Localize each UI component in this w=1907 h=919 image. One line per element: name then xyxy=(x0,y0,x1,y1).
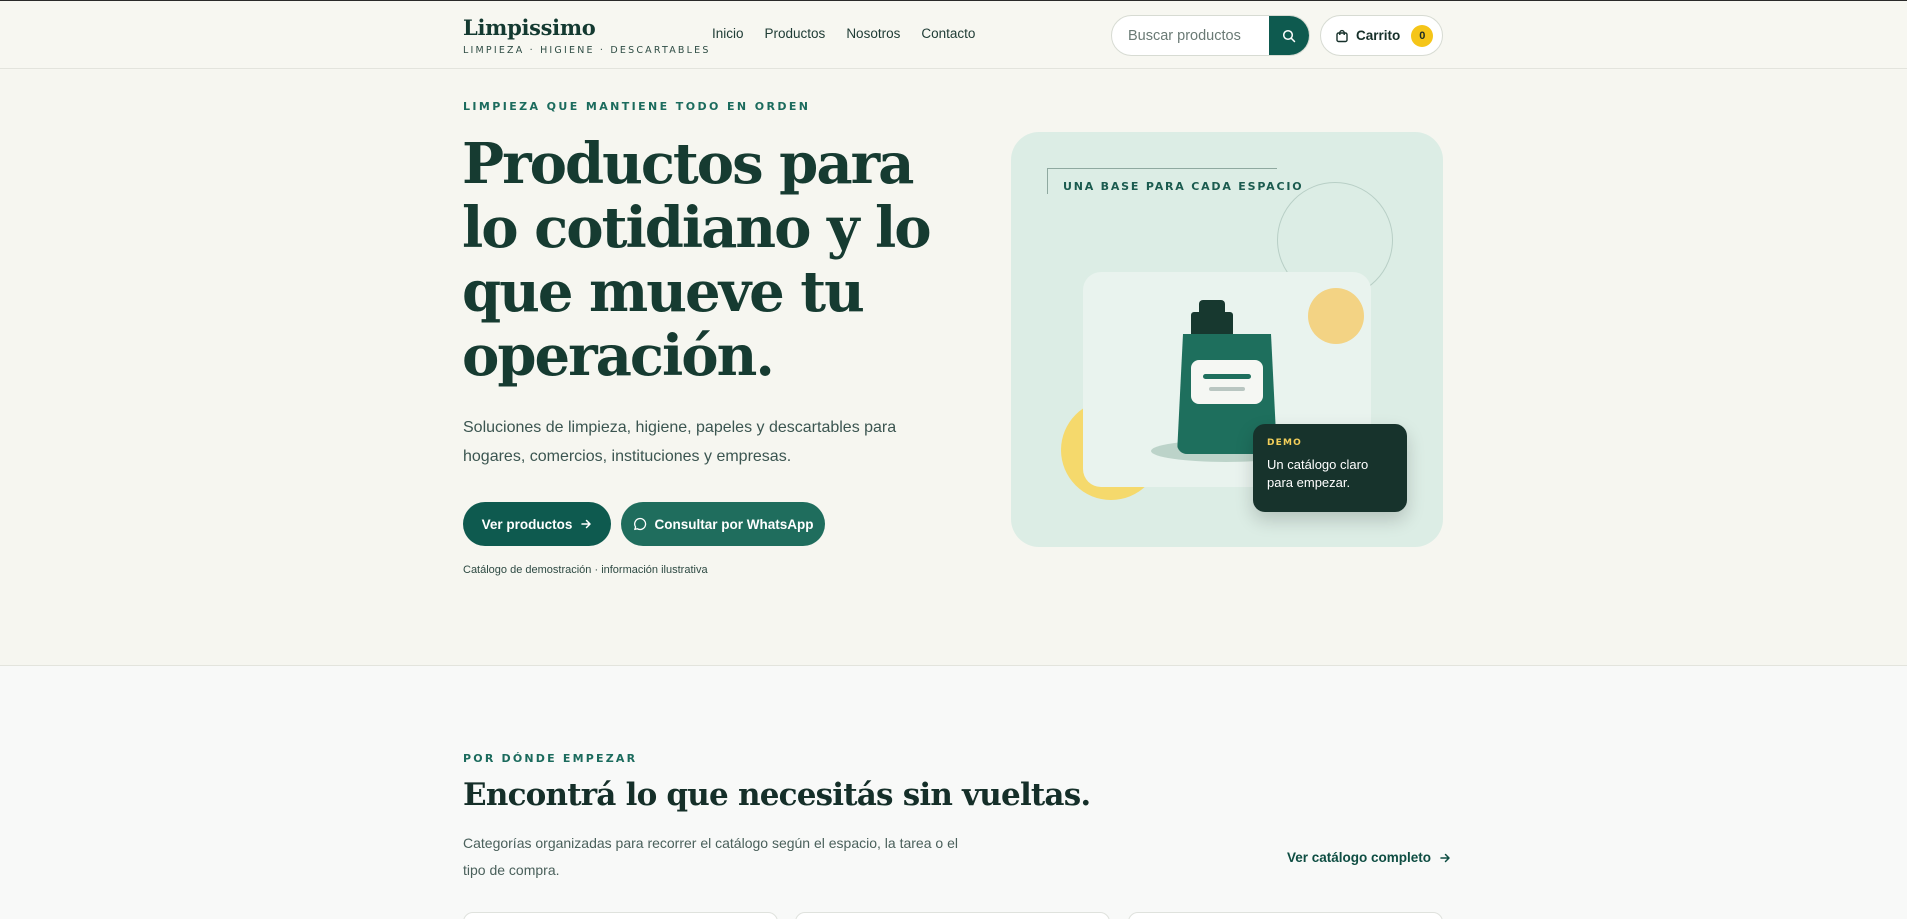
view-products-button[interactable]: Ver productos xyxy=(463,502,611,546)
whatsapp-label: Consultar por WhatsApp xyxy=(654,516,814,532)
cart-label: Carrito xyxy=(1356,28,1401,43)
site-header: Limpissimo LIMPIEZA · HIGIENE · DESCARTA… xyxy=(0,1,1907,69)
demo-text: Un catálogo claro para empezar. xyxy=(1267,457,1369,490)
brand-name: Limpissimo xyxy=(463,15,596,40)
demo-callout: DEMO Un catálogo claro para empezar. xyxy=(1253,424,1407,512)
view-catalog-label: Ver catálogo completo xyxy=(1287,850,1432,865)
chat-bubble-icon xyxy=(633,517,646,531)
main-nav: Inicio Productos Nosotros Contacto xyxy=(712,26,975,41)
categories-description: Categorías organizadas para recorrer el … xyxy=(463,835,958,878)
illustration-label: UNA BASE PARA CADA ESPACIO xyxy=(1063,180,1304,193)
hero-eyebrow: LIMPIEZA QUE MANTIENE TODO EN ORDEN xyxy=(463,100,811,113)
search-button[interactable] xyxy=(1269,16,1309,55)
demo-note: Catálogo de demostración · información i… xyxy=(463,564,708,576)
arrow-right-icon xyxy=(581,519,592,529)
cart-button[interactable]: Carrito 0 xyxy=(1320,15,1443,56)
brand-tagline: LIMPIEZA · HIGIENE · DESCARTABLES xyxy=(463,45,711,56)
nav-item-productos[interactable]: Productos xyxy=(765,26,826,41)
bottle-label-line-secondary xyxy=(1209,387,1245,391)
shopping-bag-icon xyxy=(1336,29,1348,42)
category-card[interactable] xyxy=(795,912,1110,919)
nav-item-nosotros[interactable]: Nosotros xyxy=(846,26,900,41)
brand-logo[interactable]: Limpissimo LIMPIEZA · HIGIENE · DESCARTA… xyxy=(463,15,711,56)
bottle-label xyxy=(1191,360,1263,404)
category-card[interactable] xyxy=(1128,912,1443,919)
nav-item-inicio[interactable]: Inicio xyxy=(712,26,744,41)
categories-title: Encontrá lo que necesitás sin vueltas. xyxy=(463,777,1091,813)
view-products-label: Ver productos xyxy=(481,516,573,532)
search-icon xyxy=(1282,29,1296,42)
search-box xyxy=(1111,15,1310,56)
whatsapp-button[interactable]: Consultar por WhatsApp xyxy=(621,502,825,546)
search-input[interactable] xyxy=(1112,16,1272,55)
hero-headline: Productos para lo cotidiano y lo que mue… xyxy=(462,131,932,389)
arrow-right-icon xyxy=(1440,853,1450,862)
nav-item-contacto[interactable]: Contacto xyxy=(921,26,975,41)
hero-subtext: Soluciones de limpieza, higiene, papeles… xyxy=(463,419,897,465)
view-catalog-link[interactable]: Ver catálogo completo xyxy=(1287,850,1451,865)
categories-eyebrow: POR DÓNDE EMPEZAR xyxy=(463,752,638,765)
hero-illustration-card: UNA BASE PARA CADA ESPACIO DEMO Un catál… xyxy=(1011,132,1443,547)
cart-count-badge: 0 xyxy=(1411,24,1434,47)
demo-tag: DEMO xyxy=(1267,438,1303,448)
decorative-sun-circle xyxy=(1308,288,1364,344)
category-card[interactable] xyxy=(463,912,778,919)
bottle-label-line xyxy=(1203,374,1251,379)
